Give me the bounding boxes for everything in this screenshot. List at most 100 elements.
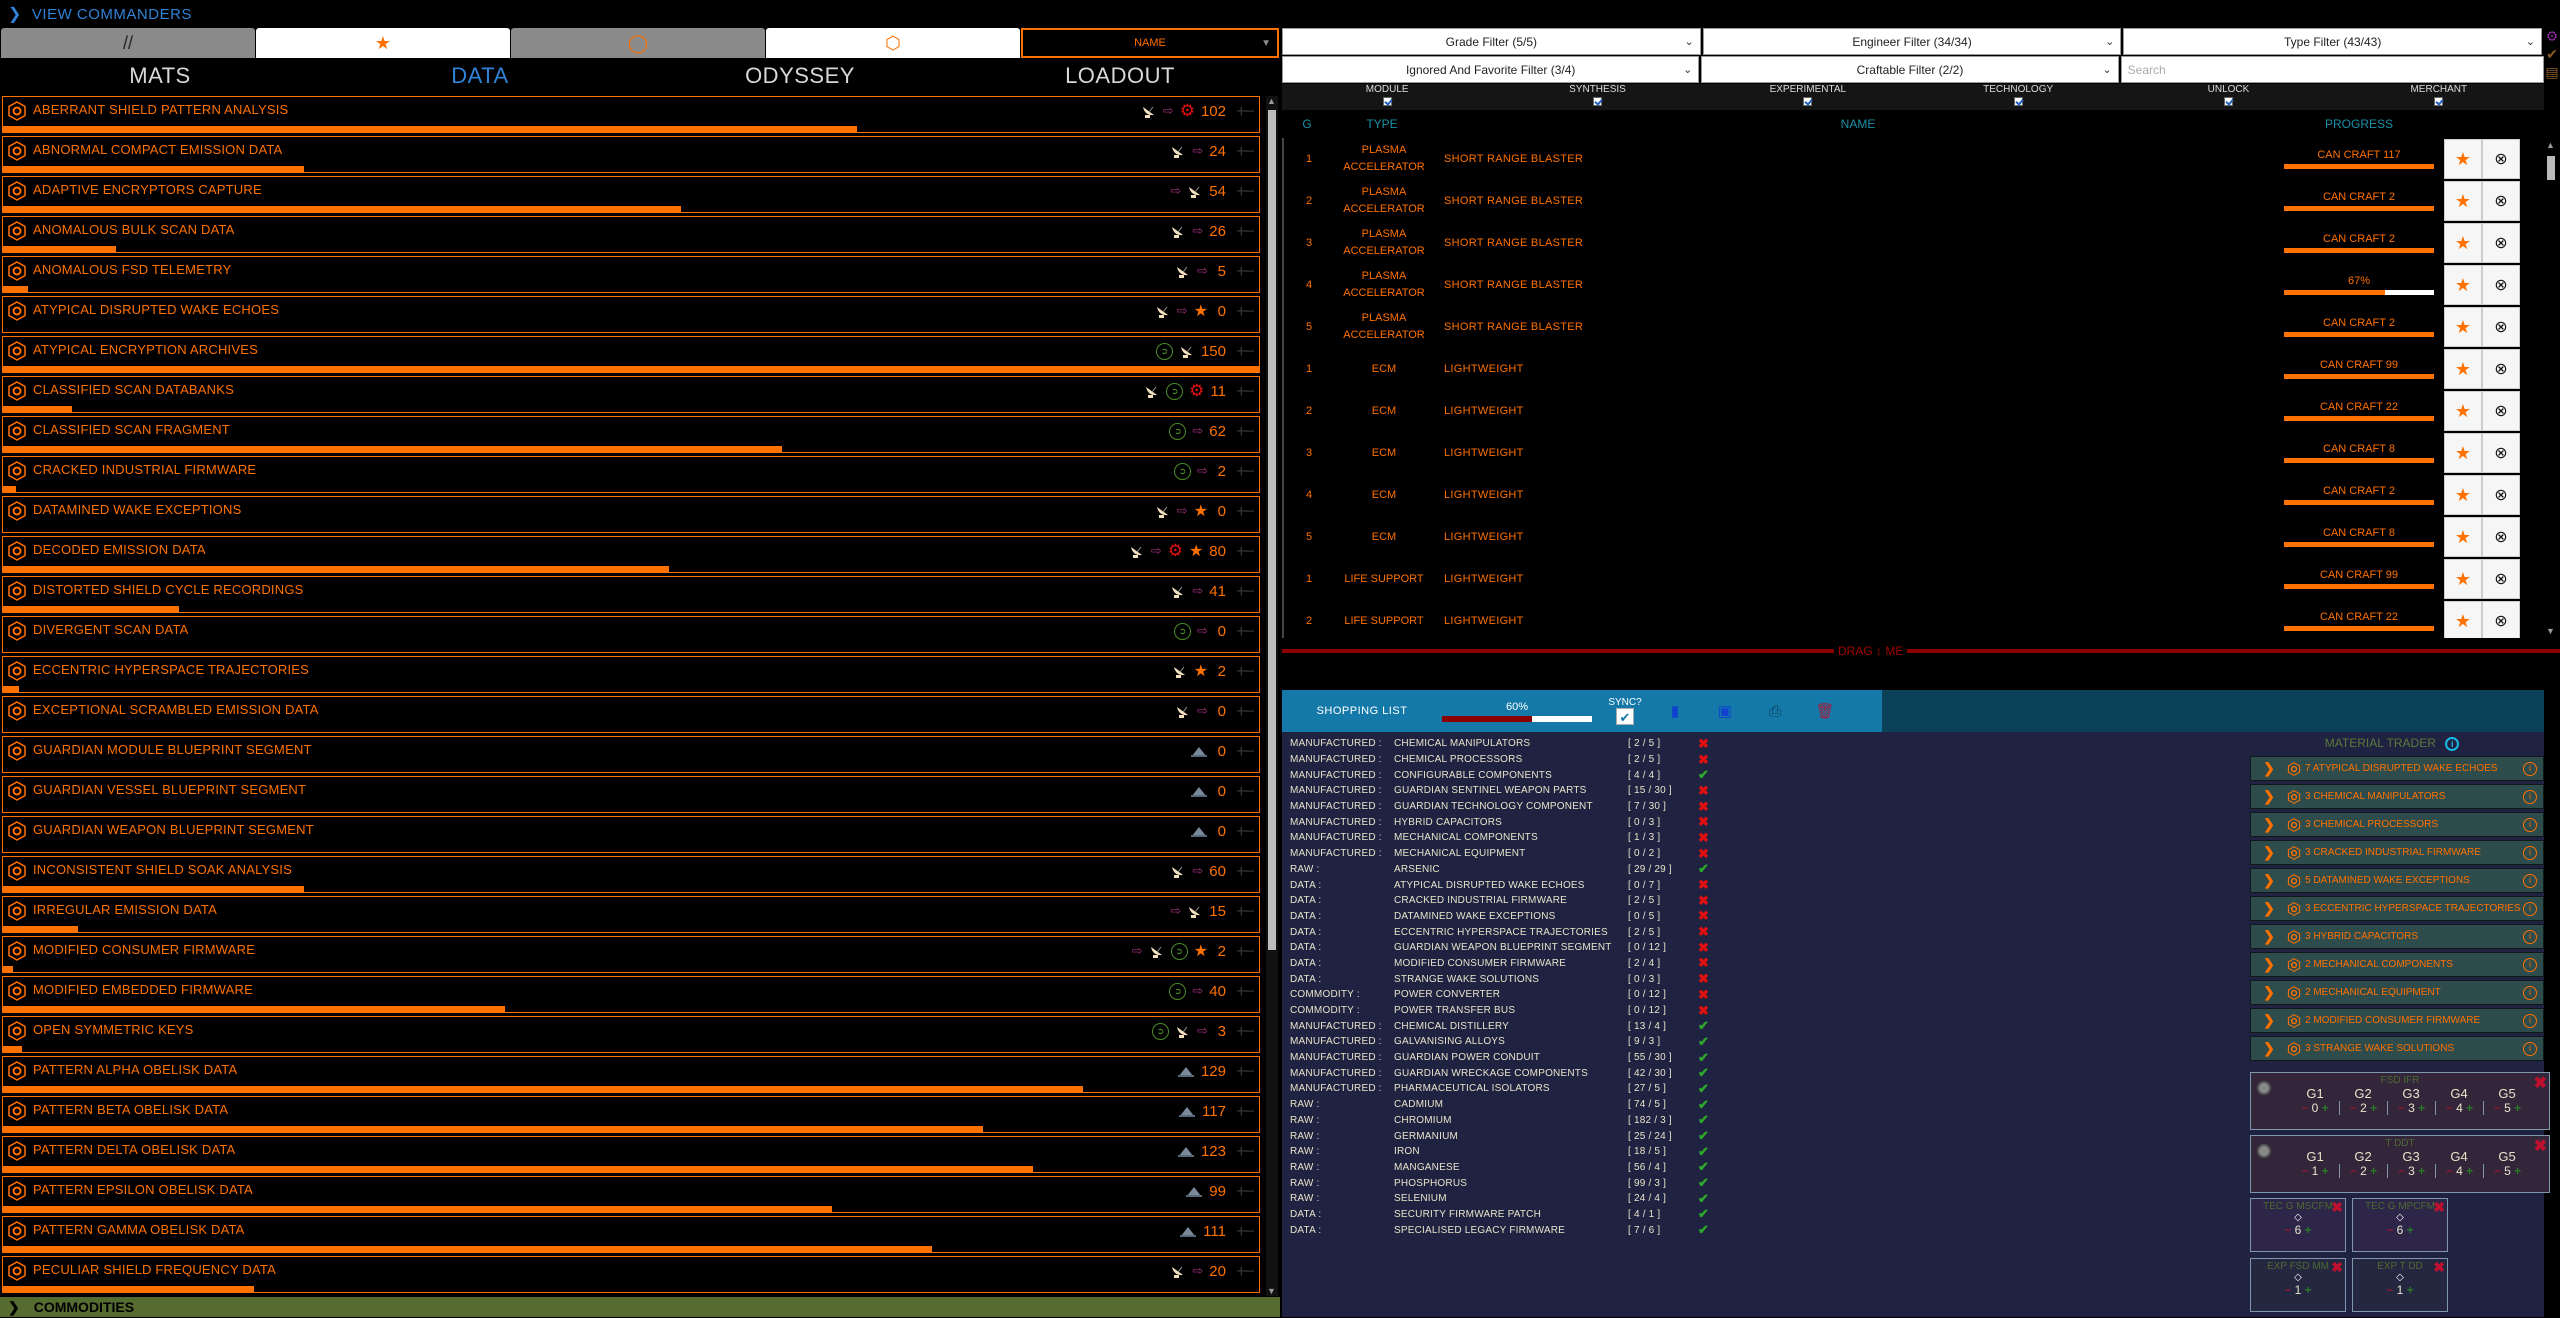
- favorite-button[interactable]: ★: [2444, 181, 2482, 221]
- trader-item[interactable]: ❯ 2 MECHANICAL EQUIPMENT i: [2250, 980, 2544, 1005]
- info-icon[interactable]: i: [2523, 845, 2537, 860]
- checkbox[interactable]: [1382, 97, 1392, 106]
- material-row[interactable]: PECULIAR SHIELD FREQUENCY DATA ⇨ 20 +−: [2, 1256, 1260, 1293]
- material-row[interactable]: GUARDIAN MODULE BLUEPRINT SEGMENT 0 +−: [2, 736, 1260, 773]
- trader-item[interactable]: ❯ 2 MODIFIED CONSUMER FIRMWARE i: [2250, 1008, 2544, 1033]
- type-checkbox-unlock[interactable]: UNLOCK: [2123, 84, 2333, 110]
- minus-button[interactable]: −: [2350, 1164, 2360, 1178]
- favorite-button[interactable]: ★: [2444, 601, 2482, 638]
- hide-zero-button[interactable]: //: [1, 28, 255, 58]
- increment-decrement-buttons[interactable]: +−: [1236, 1061, 1255, 1082]
- trader-item[interactable]: ❯ 5 DATAMINED WAKE EXCEPTIONS i: [2250, 868, 2544, 893]
- material-row[interactable]: INCONSISTENT SHIELD SOAK ANALYSIS ⇨ 60 +−: [2, 856, 1260, 893]
- material-row[interactable]: CLASSIFIED SCAN DATABANKS ➲ ⚙ 11 +−: [2, 376, 1260, 413]
- minus-button[interactable]: −: [2494, 1101, 2504, 1115]
- sync-toggle[interactable]: SYNC? ✔: [1600, 697, 1650, 725]
- type-checkbox-technology[interactable]: TECHNOLOGY: [1913, 84, 2123, 110]
- favorite-button[interactable]: ★: [2444, 559, 2482, 599]
- favorite-button[interactable]: ★: [2444, 391, 2482, 431]
- plus-button[interactable]: +: [2367, 1101, 2377, 1115]
- tab-data[interactable]: DATA: [320, 63, 640, 89]
- material-list-scrollbar[interactable]: ▲ ▼: [1266, 96, 1278, 1296]
- type-checkbox-synthesis[interactable]: SYNTHESIS: [1492, 84, 1702, 110]
- increment-decrement-buttons[interactable]: +−: [1236, 341, 1255, 362]
- checkbox[interactable]: [2434, 97, 2444, 106]
- info-icon[interactable]: i: [2523, 817, 2537, 832]
- blueprint-row[interactable]: 4 ECM LIGHTWEIGHT CAN CRAFT 2 ★ ⊗: [1284, 474, 2544, 516]
- minus-button[interactable]: −: [2398, 1164, 2408, 1178]
- blueprint-row[interactable]: 5 ECM LIGHTWEIGHT CAN CRAFT 8 ★ ⊗: [1284, 516, 2544, 558]
- trader-item[interactable]: ❯ 3 CHEMICAL PROCESSORS i: [2250, 812, 2544, 837]
- craftable-filter[interactable]: Craftable Filter (2/2) ⌄: [1701, 56, 2119, 83]
- check-all-icon[interactable]: ✔: [2544, 46, 2560, 64]
- info-icon[interactable]: i: [2523, 789, 2537, 804]
- trader-item[interactable]: ❯ 2 MECHANICAL COMPONENTS i: [2250, 952, 2544, 977]
- material-row[interactable]: PATTERN EPSILON OBELISK DATA 99 +−: [2, 1176, 1260, 1213]
- material-row[interactable]: ATYPICAL DISRUPTED WAKE ECHOES ⇨ ★ 0 +−: [2, 296, 1260, 333]
- header-grade[interactable]: G: [1282, 117, 1332, 131]
- sort-select[interactable]: NAME ▼: [1021, 28, 1279, 58]
- cargo-button[interactable]: ⬡: [766, 28, 1020, 58]
- increment-decrement-buttons[interactable]: +−: [1236, 261, 1255, 282]
- info-icon[interactable]: i: [2523, 957, 2537, 972]
- blueprint-scrollbar[interactable]: ▲ ▼: [2544, 138, 2558, 638]
- card-stepper[interactable]: − 1 +: [2251, 1283, 2345, 1297]
- ignore-button[interactable]: ⊗: [2482, 223, 2520, 263]
- info-icon[interactable]: i: [2523, 873, 2537, 888]
- info-icon[interactable]: i: [2523, 929, 2537, 944]
- remove-icon[interactable]: ✖: [2433, 1259, 2445, 1276]
- material-row[interactable]: PATTERN GAMMA OBELISK DATA 111 +−: [2, 1216, 1260, 1253]
- ignore-button[interactable]: ⊗: [2482, 307, 2520, 347]
- plus-button[interactable]: +: [2463, 1101, 2473, 1115]
- minus-button[interactable]: −: [2301, 1164, 2311, 1178]
- plus-button[interactable]: +: [2301, 1223, 2312, 1237]
- material-row[interactable]: DATAMINED WAKE EXCEPTIONS ⇨ ★ 0 +−: [2, 496, 1260, 533]
- favorite-button[interactable]: ★: [2444, 349, 2482, 389]
- ignore-button[interactable]: ⊗: [2482, 349, 2520, 389]
- material-row[interactable]: CLASSIFIED SCAN FRAGMENT ➲ ⇨ 62 +−: [2, 416, 1260, 453]
- drag-splitter[interactable]: DRAG ↕ ME: [1282, 644, 2560, 658]
- trader-item[interactable]: ❯ 3 CRACKED INDUSTRIAL FIRMWARE i: [2250, 840, 2544, 865]
- card-stepper[interactable]: − 1 +: [2353, 1283, 2447, 1297]
- ignore-button[interactable]: ⊗: [2482, 601, 2520, 638]
- material-row[interactable]: PATTERN BETA OBELISK DATA 117 +−: [2, 1096, 1260, 1133]
- trash-icon[interactable]: 🗑: [1800, 702, 1850, 720]
- plus-button[interactable]: +: [2403, 1283, 2414, 1297]
- ignore-button[interactable]: ⊗: [2482, 559, 2520, 599]
- material-row[interactable]: CRACKED INDUSTRIAL FIRMWARE ➲ ⇨ 2 +−: [2, 456, 1260, 493]
- blueprint-row[interactable]: 1 PLASMA ACCELERATOR SHORT RANGE BLASTER CA…: [1284, 138, 2544, 180]
- material-row[interactable]: GUARDIAN WEAPON BLUEPRINT SEGMENT 0 +−: [2, 816, 1260, 853]
- engineer-button[interactable]: ◯: [511, 28, 765, 58]
- increment-decrement-buttons[interactable]: +−: [1236, 461, 1255, 482]
- increment-decrement-buttons[interactable]: +−: [1236, 1261, 1255, 1282]
- header-progress[interactable]: PROGRESS: [2284, 117, 2434, 131]
- import-icon[interactable]: ▮: [1650, 702, 1700, 720]
- view-commanders-toggle[interactable]: ❯ VIEW COMMANDERS: [0, 0, 1280, 28]
- favorite-button[interactable]: ★: [2444, 223, 2482, 263]
- favorite-button[interactable]: ★: [2444, 139, 2482, 179]
- material-row[interactable]: DIVERGENT SCAN DATA ➲ ⇨ 0 +−: [2, 616, 1260, 653]
- material-row[interactable]: PATTERN ALPHA OBELISK DATA 129 +−: [2, 1056, 1260, 1093]
- sync-checkbox[interactable]: ✔: [1616, 708, 1634, 725]
- material-row[interactable]: MODIFIED EMBEDDED FIRMWARE ➲ ⇨ 40 +−: [2, 976, 1260, 1013]
- increment-decrement-buttons[interactable]: +−: [1236, 621, 1255, 642]
- plus-button[interactable]: +: [2415, 1164, 2425, 1178]
- scrollbar-thumb[interactable]: [2547, 156, 2555, 180]
- increment-decrement-buttons[interactable]: +−: [1236, 1021, 1255, 1042]
- scroll-down-icon[interactable]: ▼: [1267, 1286, 1276, 1296]
- save-icon[interactable]: ▣: [1700, 702, 1750, 720]
- tab-odyssey[interactable]: ODYSSEY: [640, 63, 960, 89]
- grade-stepper[interactable]: − 2 +: [2339, 1164, 2387, 1178]
- material-row[interactable]: ECCENTRIC HYPERSPACE TRAJECTORIES ★ 2 +−: [2, 656, 1260, 693]
- grade-stepper[interactable]: − 3 +: [2387, 1101, 2435, 1115]
- increment-decrement-buttons[interactable]: +−: [1236, 1101, 1255, 1122]
- type-checkbox-experimental[interactable]: EXPERIMENTAL: [1703, 84, 1913, 110]
- remove-icon[interactable]: ✖: [2534, 1136, 2547, 1156]
- material-row[interactable]: OPEN SYMMETRIC KEYS ➲ ⇨ 3 +−: [2, 1016, 1260, 1053]
- grade-stepper[interactable]: − 0 +: [2291, 1101, 2339, 1115]
- increment-decrement-buttons[interactable]: +−: [1236, 1221, 1255, 1242]
- card-stepper[interactable]: − 6 +: [2251, 1223, 2345, 1237]
- increment-decrement-buttons[interactable]: +−: [1236, 941, 1255, 962]
- favorite-button[interactable]: ★: [2444, 433, 2482, 473]
- trader-item[interactable]: ❯ 3 ECCENTRIC HYPERSPACE TRAJECTORIES i: [2250, 896, 2544, 921]
